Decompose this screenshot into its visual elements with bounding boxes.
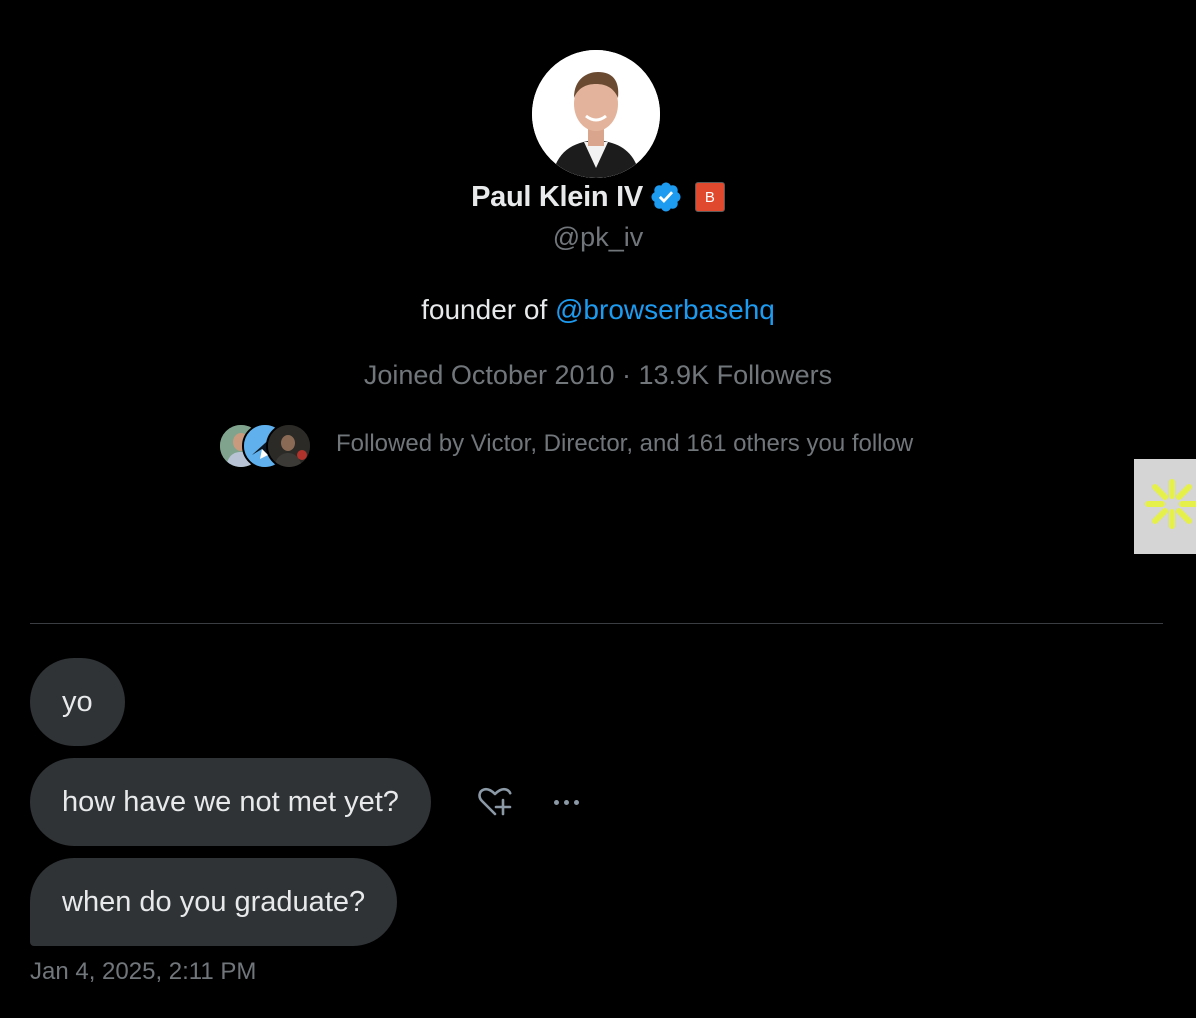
section-divider [30,623,1163,624]
message-bubble[interactable]: yo [30,658,125,746]
side-widget[interactable] [1134,459,1196,554]
followed-by-text: Followed by Victor, Director, and 161 ot… [336,430,914,457]
message-text: yo [62,685,93,718]
message-timestamp: Jan 4, 2025, 2:11 PM [30,958,257,985]
bio-mention-link[interactable]: @browserbasehq [555,294,775,325]
verified-badge-icon [649,180,683,214]
bio-text: founder of [421,294,555,325]
more-options-icon[interactable] [546,788,586,816]
profile-name-row: Paul Klein IV B [0,180,1196,214]
affiliate-badge[interactable]: B [694,182,725,212]
followed-by-row[interactable]: Followed by Victor, Director, and 161 ot… [218,420,914,469]
profile-avatar[interactable] [532,50,660,178]
add-reaction-icon[interactable] [475,784,515,820]
profile-name[interactable]: Paul Klein IV [471,181,643,214]
follower-avatars [218,420,314,469]
message-bubble[interactable]: when do you graduate? [30,858,398,946]
profile-meta: Joined October 2010 · 13.9K Followers [363,360,833,390]
dm-conversation: Paul Klein IV B @pk_iv founder of @brows… [0,0,1196,1018]
message-text: how have we not met yet? [62,785,399,818]
message-text: when do you graduate? [62,885,366,918]
spark-icon [1144,474,1196,539]
follower-avatar [266,423,312,469]
message-bubble[interactable]: how have we not met yet? [30,758,431,846]
profile-handle: @pk_iv [552,222,644,252]
profile-bio: founder of @browserbasehq [0,294,1196,326]
